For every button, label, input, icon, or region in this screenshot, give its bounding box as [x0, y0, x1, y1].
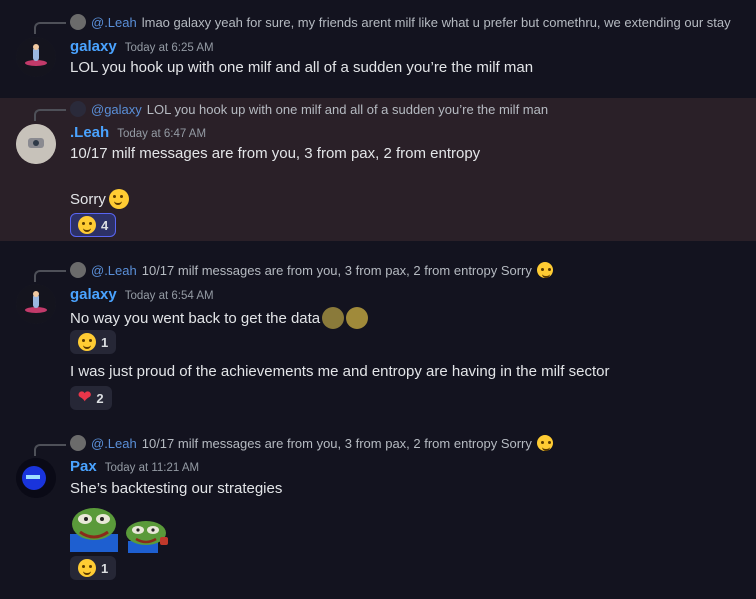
timestamp: Today at 6:47 AM [117, 128, 207, 140]
message-galaxy-1[interactable]: @.Leah lmao galaxy yeah for sure, my fri… [0, 0, 756, 98]
message-header: .Leah Today at 6:47 AM [70, 124, 206, 141]
sweat-smile-icon [108, 189, 129, 209]
message-header: galaxy Today at 6:25 AM [70, 38, 214, 55]
custom-emoji-icon [346, 307, 369, 329]
reply-spine [34, 22, 66, 34]
message-pax[interactable]: @.Leah 10/17 milf messages are from you,… [0, 415, 756, 599]
author-name[interactable]: Pax [70, 458, 97, 475]
reply-preview[interactable]: @.Leah 10/17 milf messages are from you,… [70, 261, 553, 279]
reply-mention[interactable]: @galaxy [91, 102, 142, 117]
message-text: LOL you hook up with one milf and all of… [70, 59, 534, 76]
chat-message-list[interactable]: @.Leah lmao galaxy yeah for sure, my fri… [0, 0, 756, 599]
reply-mention[interactable]: @.Leah [91, 263, 137, 278]
reaction-count: 4 [101, 217, 109, 233]
reply-spine [34, 109, 66, 121]
reply-text: lmao galaxy yeah for sure, my friends ar… [141, 14, 731, 30]
message-leah[interactable]: @galaxy LOL you hook up with one milf an… [0, 98, 756, 241]
joy-icon [78, 333, 96, 351]
author-name[interactable]: galaxy [70, 38, 117, 55]
reply-mention[interactable]: @.Leah [91, 15, 137, 30]
reaction-count: 1 [101, 560, 109, 576]
reply-spine [34, 270, 66, 282]
message-header: Pax Today at 11:21 AM [70, 458, 199, 475]
avatar[interactable] [16, 284, 56, 324]
pepe-laugh-emoji-icon [70, 508, 118, 552]
avatar[interactable] [16, 458, 56, 498]
reply-text: LOL you hook up with one milf and all of… [146, 101, 549, 117]
reaction-joy[interactable]: 1 [70, 556, 117, 580]
pepe-cry-emoji-icon [126, 521, 168, 553]
reply-avatar [70, 262, 86, 278]
reply-preview[interactable]: @.Leah lmao galaxy yeah for sure, my fri… [70, 13, 731, 31]
avatar[interactable] [16, 124, 56, 164]
reaction-joy[interactable]: 1 [70, 330, 117, 354]
reply-text: 10/17 milf messages are from you, 3 from… [141, 435, 532, 451]
reaction-count: 1 [101, 334, 109, 350]
reply-spine [34, 444, 66, 456]
reply-text: 10/17 milf messages are from you, 3 from… [141, 262, 532, 278]
message-text: No way you went back to get the data [70, 309, 321, 327]
timestamp: Today at 6:54 AM [124, 290, 214, 302]
message-text: 10/17 milf messages are from you, 3 from… [70, 145, 481, 162]
reply-preview[interactable]: @.Leah 10/17 milf messages are from you,… [70, 434, 553, 452]
custom-emoji-icon [322, 307, 345, 329]
message-text-line2: Sorry [70, 189, 129, 209]
joy-icon [78, 559, 96, 577]
message-header: galaxy Today at 6:54 AM [70, 286, 214, 303]
sweat-smile-icon [536, 262, 553, 278]
reply-avatar [70, 435, 86, 451]
message-text-line1: No way you went back to get the data [70, 307, 369, 329]
heart-icon: ❤ [78, 389, 92, 406]
author-name[interactable]: galaxy [70, 286, 117, 303]
author-name[interactable]: .Leah [70, 124, 109, 141]
message-text: I was just proud of the achievements me … [70, 363, 610, 380]
message-galaxy-2[interactable]: @.Leah 10/17 milf messages are from you,… [0, 241, 756, 415]
message-text: She’s backtesting our strategies [70, 480, 283, 497]
timestamp: Today at 11:21 AM [104, 462, 200, 474]
reply-preview[interactable]: @galaxy LOL you hook up with one milf an… [70, 100, 548, 118]
reaction-count: 2 [96, 390, 104, 406]
avatar[interactable] [16, 37, 56, 77]
reaction-heart[interactable]: ❤ 2 [70, 386, 112, 410]
reply-avatar [70, 101, 86, 117]
joy-icon [78, 216, 96, 234]
message-text: Sorry [70, 190, 106, 208]
reply-avatar [70, 14, 86, 30]
reaction-joy[interactable]: 4 [70, 213, 117, 237]
reply-mention[interactable]: @.Leah [91, 436, 137, 451]
sweat-smile-icon [536, 435, 553, 451]
timestamp: Today at 6:25 AM [124, 42, 214, 54]
